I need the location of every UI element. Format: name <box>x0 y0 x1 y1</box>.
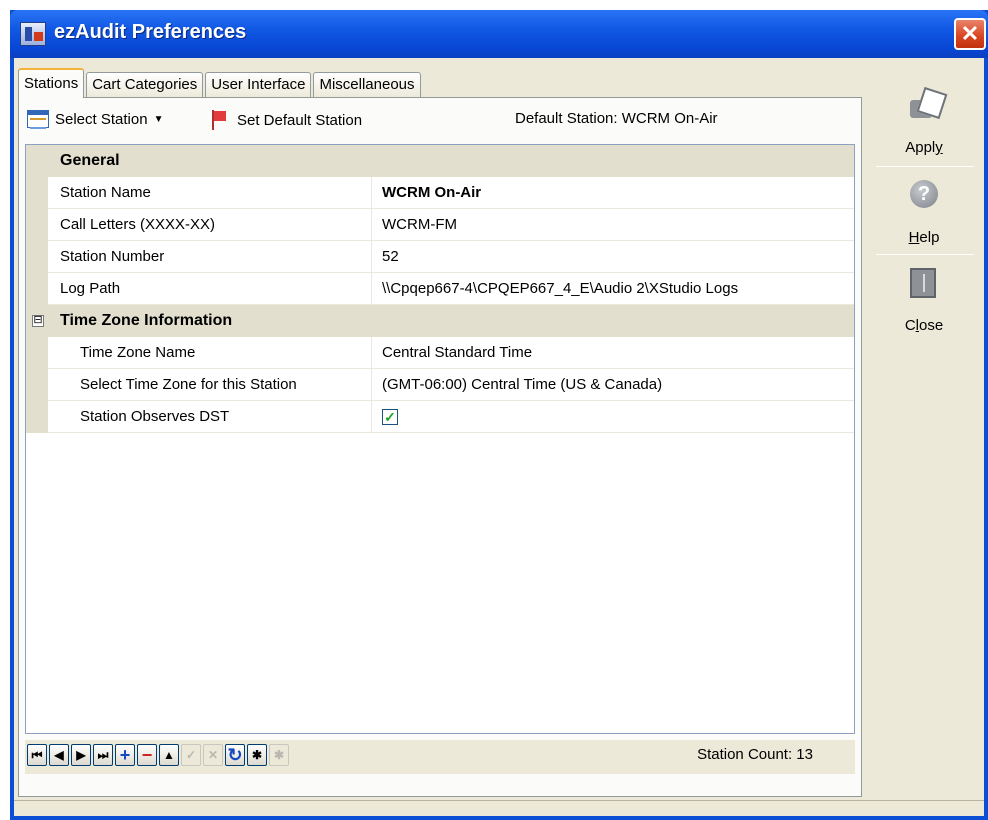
close-button[interactable]: Close <box>868 256 980 342</box>
help-icon: ? <box>910 180 938 208</box>
property-row[interactable]: Call Letters (XXXX-XX) WCRM-FM <box>26 209 854 241</box>
row-gutter <box>26 209 48 241</box>
property-name: Station Number <box>48 241 372 273</box>
first-record-button[interactable]: ⏮ <box>27 744 47 766</box>
property-name: Select Time Zone for this Station <box>48 369 372 401</box>
apply-icon <box>906 88 942 120</box>
station-list-icon <box>27 110 49 129</box>
refresh-button[interactable]: ↻ <box>225 744 245 766</box>
category-general: General <box>26 145 854 177</box>
row-gutter <box>26 273 48 305</box>
tab-cart-categories[interactable]: Cart Categories <box>86 72 204 98</box>
window-title: ezAudit Preferences <box>54 21 247 43</box>
row-gutter <box>26 241 48 273</box>
station-toolbar: Select Station ▼ Set Default Station Def… <box>25 106 855 138</box>
station-name-value[interactable]: WCRM On-Air <box>372 177 854 209</box>
property-name: Log Path <box>48 273 372 305</box>
category-time-zone[interactable]: ⊟ Time Zone Information <box>26 305 854 337</box>
prev-record-button[interactable]: ◀ <box>49 744 69 766</box>
property-name: Station Name <box>48 177 372 209</box>
bookmark-button[interactable]: ✱ <box>247 744 267 766</box>
add-record-button[interactable]: + <box>115 744 135 766</box>
post-record-button[interactable]: ✓ <box>181 744 201 766</box>
help-button[interactable]: ? Help <box>868 168 980 254</box>
edit-record-button[interactable]: ▲ <box>159 744 179 766</box>
property-grid: General Station Name WCRM On-Air Call Le… <box>25 144 855 734</box>
title-bar[interactable]: ezAudit Preferences ✕ <box>10 10 988 58</box>
delete-record-button[interactable]: − <box>137 744 157 766</box>
last-record-button[interactable]: ⏭ <box>93 744 113 766</box>
tab-miscellaneous[interactable]: Miscellaneous <box>313 72 421 98</box>
flag-icon <box>211 110 227 130</box>
tab-user-interface[interactable]: User Interface <box>205 72 312 98</box>
set-default-station-button[interactable]: Set Default Station <box>211 110 362 130</box>
property-row[interactable]: Station Observes DST ✓ <box>26 401 854 433</box>
select-station-label: Select Station <box>55 110 148 128</box>
category-label: General <box>60 152 120 169</box>
status-bar <box>14 800 984 816</box>
property-row[interactable]: Station Name WCRM On-Air <box>26 177 854 209</box>
property-row[interactable]: Station Number 52 <box>26 241 854 273</box>
station-number-value[interactable]: 52 <box>372 241 854 273</box>
stations-tab-panel: Select Station ▼ Set Default Station Def… <box>18 97 862 797</box>
default-station-text: Default Station: WCRM On-Air <box>515 110 718 127</box>
tab-stations[interactable]: Stations <box>18 68 85 98</box>
select-station-button[interactable]: Select Station ▼ <box>27 110 164 129</box>
app-icon <box>20 22 46 46</box>
help-label: Help <box>908 229 940 246</box>
category-label: Time Zone Information <box>60 312 233 329</box>
station-count: Station Count: 13 <box>697 746 813 763</box>
separator <box>876 254 974 255</box>
client-area: Stations Cart Categories User Interface … <box>14 58 984 816</box>
dst-value-cell: ✓ <box>372 401 854 433</box>
row-gutter <box>26 337 48 369</box>
cancel-record-button[interactable]: ✕ <box>203 744 223 766</box>
property-name: Station Observes DST <box>48 401 372 433</box>
tab-strip: Stations Cart Categories User Interface … <box>18 68 423 98</box>
record-navigator: ⏮ ◀ ▶ ⏭ + − ▲ ✓ ✕ ↻ ✱ ✱ Station Count: 1… <box>25 740 855 774</box>
app-window: ezAudit Preferences ✕ Stations Cart Cate… <box>10 10 988 820</box>
time-zone-name-value[interactable]: Central Standard Time <box>372 337 854 369</box>
log-path-value[interactable]: \\Cpqep667-4\CPQEP667_4_E\Audio 2\XStudi… <box>372 273 854 305</box>
collapse-icon[interactable]: ⊟ <box>32 315 44 327</box>
goto-bookmark-button[interactable]: ✱ <box>269 744 289 766</box>
property-row[interactable]: Log Path \\Cpqep667-4\CPQEP667_4_E\Audio… <box>26 273 854 305</box>
property-row[interactable]: Time Zone Name Central Standard Time <box>26 337 854 369</box>
next-record-button[interactable]: ▶ <box>71 744 91 766</box>
call-letters-value[interactable]: WCRM-FM <box>372 209 854 241</box>
property-name: Call Letters (XXXX-XX) <box>48 209 372 241</box>
door-icon <box>910 268 936 298</box>
property-name: Time Zone Name <box>48 337 372 369</box>
dropdown-arrow-icon: ▼ <box>153 113 164 125</box>
window-close-button[interactable]: ✕ <box>954 18 986 50</box>
separator <box>876 166 974 167</box>
observes-dst-checkbox[interactable]: ✓ <box>382 409 398 425</box>
close-label: Close <box>904 317 944 334</box>
apply-label: Apply <box>905 139 943 156</box>
property-row[interactable]: Select Time Zone for this Station (GMT-0… <box>26 369 854 401</box>
set-default-label: Set Default Station <box>237 111 363 129</box>
row-gutter <box>26 401 48 433</box>
apply-button[interactable]: Apply <box>868 78 980 164</box>
row-gutter <box>26 177 48 209</box>
row-gutter <box>26 369 48 401</box>
time-zone-select-value[interactable]: (GMT-06:00) Central Time (US & Canada) <box>372 369 854 401</box>
